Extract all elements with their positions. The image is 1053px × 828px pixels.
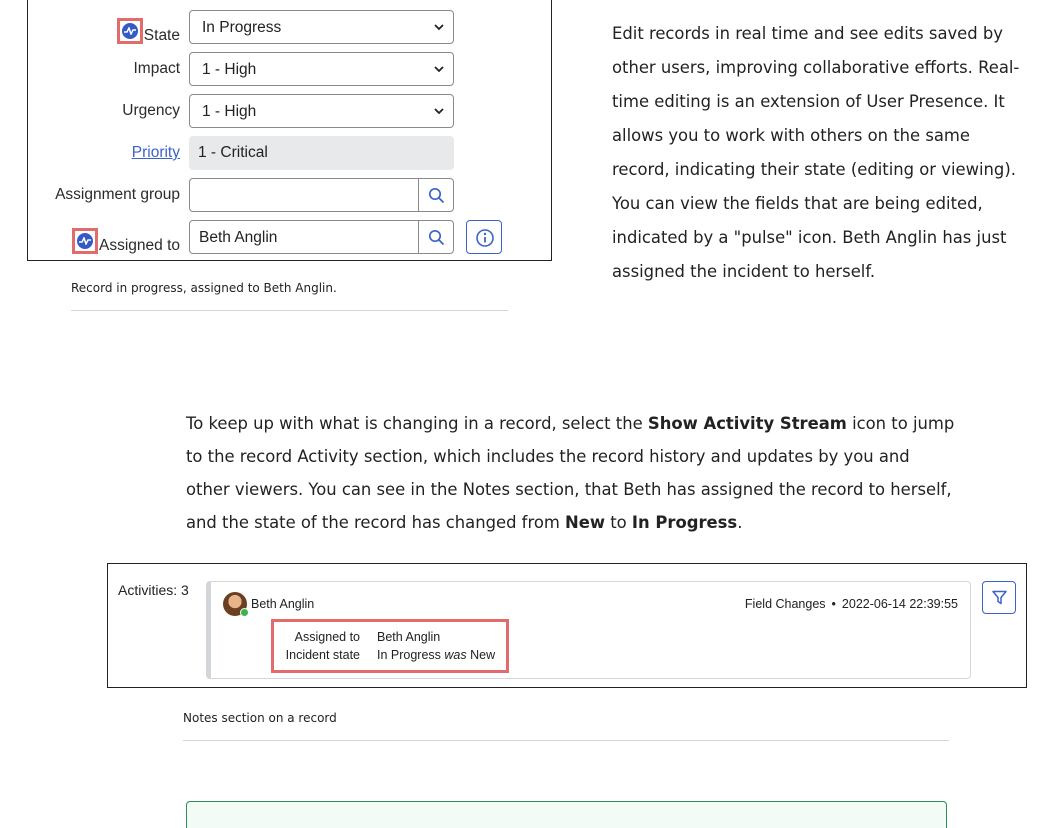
assigned-to-label: Assigned to (99, 237, 180, 254)
state-value: In Progress (202, 19, 282, 36)
activity-user: Beth Anglin (251, 597, 315, 611)
paragraph-line: and the state of the record has changed … (186, 513, 743, 532)
pulse-icon (116, 18, 143, 44)
search-icon (428, 187, 445, 204)
field-change-name: Assigned to (294, 630, 360, 644)
field-changes-highlight: Assigned to Beth Anglin Incident state I… (271, 619, 509, 673)
field-change-row: Assigned to Beth Anglin (274, 630, 506, 648)
paragraph-line: indicated by a "pulse" icon. Beth Anglin… (612, 228, 1007, 247)
priority-row: Priority 1 - Critical (28, 136, 553, 170)
paragraph-line: Edit records in real time and see edits … (612, 24, 1003, 43)
assigned-to-search-button[interactable] (418, 220, 454, 254)
assigned-to-label-wrap: Assigned to (72, 228, 180, 255)
assigned-to-value: Beth Anglin (199, 229, 278, 246)
activity-timestamp: 2022-06-14 22:39:55 (841, 597, 958, 611)
avatar (223, 592, 249, 617)
state-select[interactable]: In Progress (189, 10, 454, 44)
paragraph-line: time editing is an extension of User Pre… (612, 92, 1005, 111)
paragraph-line: allows you to work with others on the sa… (612, 126, 970, 145)
state-row: State In Progress (28, 10, 553, 44)
field-change-value-wrap: In Progress was New (377, 648, 496, 662)
caption-divider-1 (71, 310, 508, 311)
assignment-group-input[interactable] (189, 178, 419, 212)
paragraph-line: To keep up with what is changing in a re… (186, 414, 955, 433)
field-change-name: Incident state (285, 648, 360, 662)
realtime-editing-paragraph: Edit records in real time and see edits … (612, 17, 1019, 289)
priority-link[interactable]: Priority (132, 144, 180, 162)
chevron-down-icon (434, 108, 444, 115)
paragraph-line: other viewers. You can see in the Notes … (186, 480, 952, 499)
field-change-row: Incident state In Progress was New (274, 648, 506, 666)
priority-value: 1 - Critical (198, 144, 268, 161)
bullet-separator: • (831, 597, 836, 611)
activities-count: Activities: 3 (118, 582, 189, 598)
state-label-wrap: State (116, 18, 180, 45)
urgency-label: Urgency (122, 102, 180, 119)
urgency-value: 1 - High (202, 103, 257, 120)
assignment-group-row: Assignment group (28, 178, 553, 212)
impact-label: Impact (133, 60, 180, 77)
info-icon (476, 229, 494, 247)
paragraph-line: assigned the incident to herself. (612, 262, 876, 281)
pulse-icon (72, 228, 98, 254)
chevron-down-icon (434, 24, 444, 31)
filter-icon (992, 590, 1007, 605)
assignment-group-search-button[interactable] (418, 178, 454, 212)
assigned-to-info-button[interactable] (466, 220, 502, 254)
note-callout-box (186, 801, 947, 828)
urgency-select[interactable]: 1 - High (189, 94, 454, 128)
new-state-term: New (565, 513, 606, 532)
state-label: State (143, 27, 180, 44)
search-icon (428, 229, 445, 246)
activity-entry: Beth Anglin Field Changes • 2022-06-14 22:… (206, 581, 971, 679)
paragraph-line: record, indicating their state (editing … (612, 160, 1016, 179)
figure-caption-2: Notes section on a record (183, 711, 337, 725)
activity-type: Field Changes (744, 597, 826, 611)
filter-button[interactable] (982, 581, 1016, 614)
activity-screenshot: Activities: 3 Beth Anglin Field Changes •… (107, 563, 1027, 688)
impact-value: 1 - High (202, 61, 257, 78)
impact-select[interactable]: 1 - High (189, 52, 454, 86)
impact-row: Impact 1 - High (28, 52, 553, 86)
priority-readonly-field: 1 - Critical (189, 136, 454, 170)
paragraph-line: to the record Activity section, which in… (186, 447, 910, 466)
field-change-value: Beth Anglin (377, 630, 441, 644)
caption-divider-2 (183, 740, 949, 741)
paragraph-line: other users, improving collaborative eff… (612, 58, 1020, 77)
in-progress-state-term: In Progress (631, 513, 738, 532)
chevron-down-icon (434, 66, 444, 73)
activity-meta: Field Changes • 2022-06-14 22:39:55 (745, 597, 958, 611)
assigned-to-row: Assigned to Beth Anglin (28, 220, 553, 254)
assignment-group-label: Assignment group (55, 186, 180, 203)
record-form-screenshot: State In Progress Impact 1 - High Urgenc… (27, 0, 552, 261)
assigned-to-input[interactable]: Beth Anglin (189, 220, 419, 254)
urgency-row: Urgency 1 - High (28, 94, 553, 128)
online-status-icon (240, 608, 249, 617)
activity-stream-paragraph: To keep up with what is changing in a re… (186, 407, 954, 539)
show-activity-stream-term: Show Activity Stream (647, 414, 847, 433)
paragraph-line: You can view the fields that are being e… (612, 194, 983, 213)
figure-caption-1: Record in progress, assigned to Beth Ang… (71, 281, 337, 295)
